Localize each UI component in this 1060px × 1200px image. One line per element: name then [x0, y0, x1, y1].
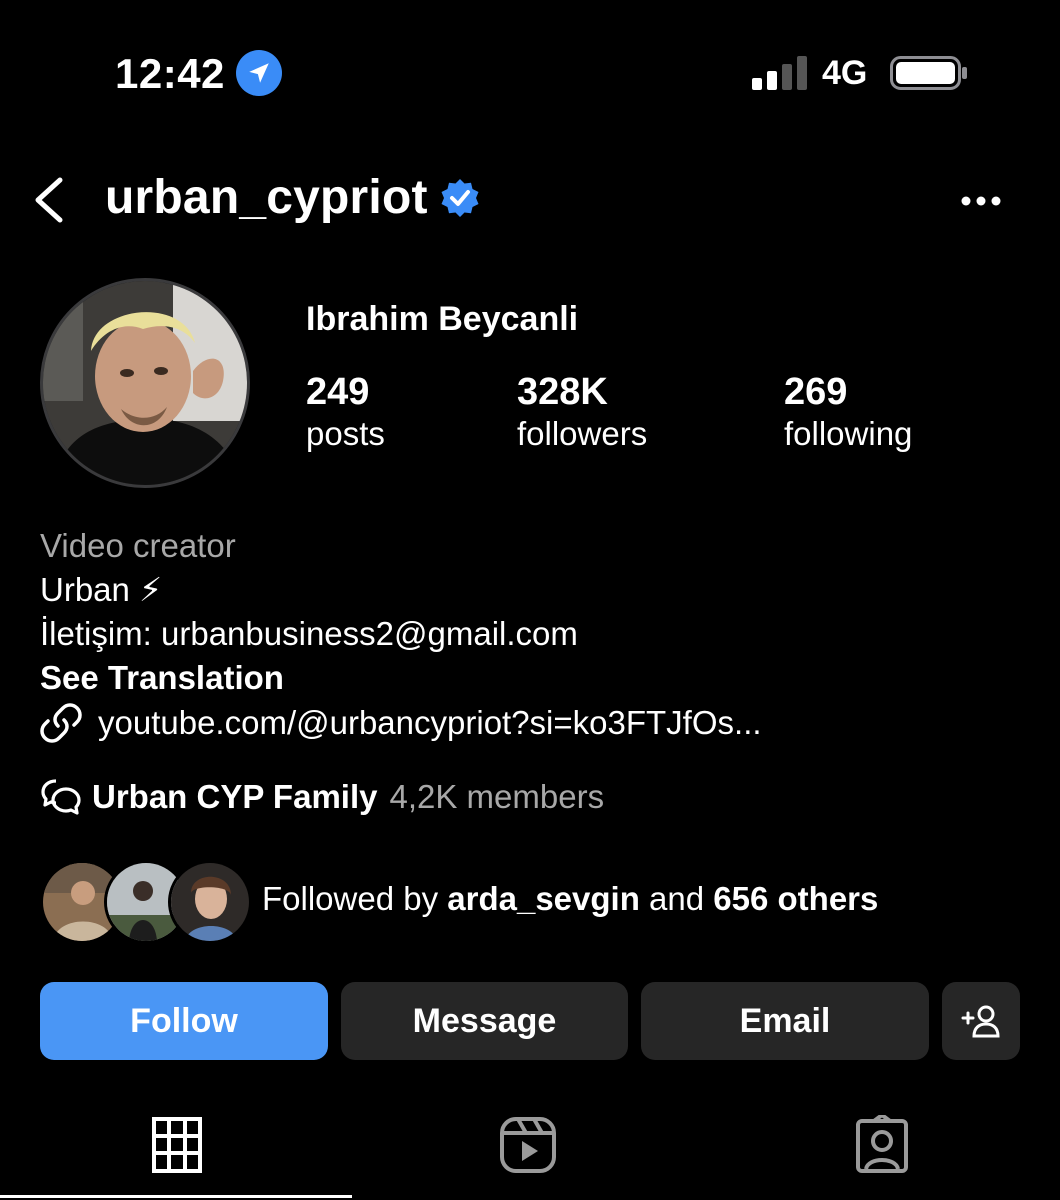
- bio-category: Video creator: [40, 527, 236, 564]
- profile-avatar[interactable]: [40, 278, 250, 488]
- followed-by-others: 656 others: [713, 880, 879, 917]
- profile-photo: [43, 281, 247, 485]
- bio-link-text: youtube.com/@urbancypriot?si=ko3FTJfOs..…: [98, 704, 762, 741]
- active-tab-indicator: [0, 1195, 352, 1198]
- follow-button[interactable]: Follow: [40, 982, 328, 1060]
- stat-label: posts: [306, 415, 385, 452]
- broadcast-channel-icon: [41, 779, 81, 815]
- stat-value: 328K: [517, 371, 608, 413]
- network-type: 4G: [822, 54, 868, 92]
- stat-posts[interactable]: 249 posts: [306, 370, 385, 456]
- followed-by-text[interactable]: Followed by arda_sevgin and 656 others: [262, 880, 878, 918]
- add-person-icon: [961, 1005, 1000, 1038]
- message-button[interactable]: Message: [341, 982, 628, 1060]
- full-name: Ibrahim Beycanli: [306, 300, 579, 338]
- signal-bars-icon: [752, 56, 807, 90]
- chevron-left-icon[interactable]: [28, 176, 72, 224]
- grid-icon[interactable]: [147, 1115, 207, 1175]
- stat-value: 269: [784, 371, 848, 413]
- more-horizontal-icon[interactable]: [958, 186, 1004, 216]
- stat-followers[interactable]: 328K followers: [517, 370, 647, 456]
- battery-icon: [890, 56, 967, 90]
- see-translation-link[interactable]: See Translation: [40, 656, 578, 700]
- location-arrow-icon: [236, 50, 282, 96]
- stat-value: 249: [306, 371, 370, 413]
- bio-link[interactable]: youtube.com/@urbancypriot?si=ko3FTJfOs..…: [40, 702, 762, 744]
- mutual-avatar: [168, 860, 252, 944]
- followed-by-user: arda_sevgin: [447, 880, 640, 917]
- followed-by-and: and: [649, 880, 705, 917]
- broadcast-channel[interactable]: Urban CYP Family 4,2K members: [40, 778, 604, 816]
- bio-line: Urban ⚡: [40, 571, 163, 608]
- profile-header: urban_cypriot: [105, 170, 480, 225]
- email-button[interactable]: Email: [641, 982, 929, 1060]
- channel-members: 4,2K members: [389, 778, 605, 815]
- bio-contact: İletişim: urbanbusiness2@gmail.com: [40, 615, 578, 652]
- bio: Video creator Urban ⚡ İletişim: urbanbus…: [40, 524, 578, 700]
- channel-name: Urban CYP Family: [92, 778, 378, 815]
- add-person-button[interactable]: [942, 982, 1020, 1060]
- link-icon: [40, 703, 82, 743]
- followed-by-prefix: Followed by: [262, 880, 439, 917]
- stat-following[interactable]: 269 following: [784, 370, 912, 456]
- verified-badge-icon: [441, 178, 479, 217]
- status-time: 12:42: [115, 50, 225, 97]
- tagged-icon[interactable]: [852, 1115, 912, 1175]
- username: urban_cypriot: [105, 171, 428, 224]
- mutual-followers-avatars[interactable]: [40, 860, 252, 944]
- reels-icon[interactable]: [498, 1115, 558, 1175]
- stat-label: followers: [517, 415, 648, 452]
- stat-label: following: [784, 415, 913, 452]
